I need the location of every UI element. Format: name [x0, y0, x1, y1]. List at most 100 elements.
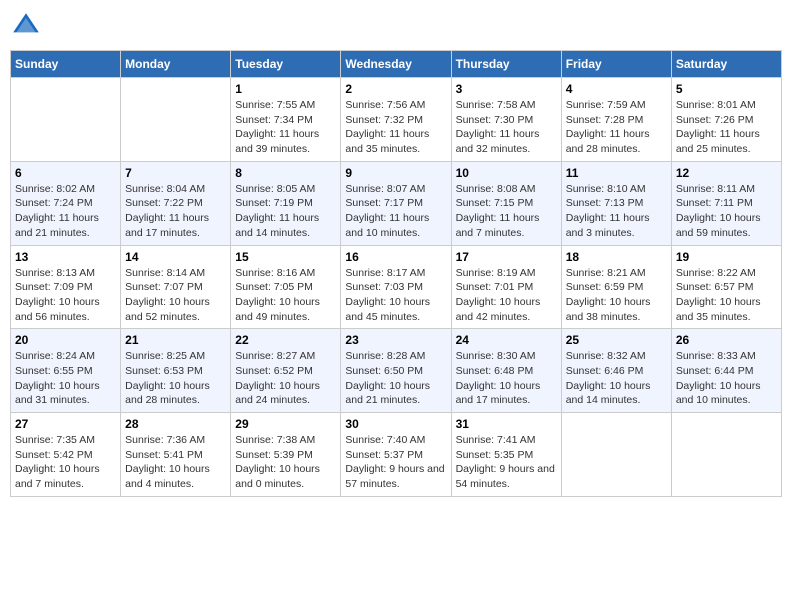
col-header-wednesday: Wednesday [341, 51, 451, 78]
day-number: 28 [125, 417, 226, 431]
calendar-table: SundayMondayTuesdayWednesdayThursdayFrid… [10, 50, 782, 497]
day-info: Sunrise: 7:41 AMSunset: 5:35 PMDaylight:… [456, 433, 557, 492]
calendar-cell: 15 Sunrise: 8:16 AMSunset: 7:05 PMDayligh… [231, 245, 341, 329]
calendar-cell: 29Sunrise: 7:38 AMSunset: 5:39 PMDayligh… [231, 413, 341, 497]
day-info: Sunrise: 8:32 AMSunset: 6:46 PMDaylight:… [566, 349, 667, 408]
day-info: Sunrise: 8:25 AMSunset: 6:53 PMDaylight:… [125, 349, 226, 408]
calendar-cell: 25 Sunrise: 8:32 AMSunset: 6:46 PMDayligh… [561, 329, 671, 413]
calendar-cell: 4 Sunrise: 7:59 AMSunset: 7:28 PMDaylight… [561, 78, 671, 162]
day-info: Sunrise: 8:01 AMSunset: 7:26 PMDaylight:… [676, 98, 777, 157]
calendar-cell: 9 Sunrise: 8:07 AMSunset: 7:17 PMDaylight… [341, 161, 451, 245]
day-number: 15 [235, 250, 336, 264]
col-header-thursday: Thursday [451, 51, 561, 78]
calendar-cell: 6 Sunrise: 8:02 AMSunset: 7:24 PMDaylight… [11, 161, 121, 245]
day-info: Sunrise: 7:40 AMSunset: 5:37 PMDaylight:… [345, 433, 446, 492]
day-info: Sunrise: 8:02 AMSunset: 7:24 PMDaylight:… [15, 182, 116, 241]
day-number: 31 [456, 417, 557, 431]
day-info: Sunrise: 8:04 AMSunset: 7:22 PMDaylight:… [125, 182, 226, 241]
day-number: 18 [566, 250, 667, 264]
day-number: 2 [345, 82, 446, 96]
calendar-cell: 5 Sunrise: 8:01 AMSunset: 7:26 PMDaylight… [671, 78, 781, 162]
calendar-week-1: 1Sunrise: 7:55 AMSunset: 7:34 PMDaylight… [11, 78, 782, 162]
day-number: 10 [456, 166, 557, 180]
calendar-week-3: 13 Sunrise: 8:13 AMSunset: 7:09 PMDayligh… [11, 245, 782, 329]
calendar-cell: 11 Sunrise: 8:10 AMSunset: 7:13 PMDayligh… [561, 161, 671, 245]
day-info: Sunrise: 7:56 AMSunset: 7:32 PMDaylight:… [345, 98, 446, 157]
day-info: Sunrise: 7:36 AMSunset: 5:41 PMDaylight:… [125, 433, 226, 492]
day-number: 6 [15, 166, 116, 180]
day-info: Sunrise: 8:14 AMSunset: 7:07 PMDaylight:… [125, 266, 226, 325]
calendar-cell: 27 Sunrise: 7:35 AMSunset: 5:42 PMDayligh… [11, 413, 121, 497]
day-info: Sunrise: 8:27 AMSunset: 6:52 PMDaylight:… [235, 349, 336, 408]
day-number: 14 [125, 250, 226, 264]
calendar-cell: 20Sunrise: 8:24 AMSunset: 6:55 PMDayligh… [11, 329, 121, 413]
day-info: Sunrise: 8:17 AMSunset: 7:03 PMDaylight:… [345, 266, 446, 325]
day-number: 9 [345, 166, 446, 180]
day-number: 13 [15, 250, 116, 264]
day-number: 5 [676, 82, 777, 96]
logo [10, 10, 46, 42]
day-number: 26 [676, 333, 777, 347]
calendar-cell: 3Sunrise: 7:58 AMSunset: 7:30 PMDaylight… [451, 78, 561, 162]
day-number: 29 [235, 417, 336, 431]
calendar-cell: 21 Sunrise: 8:25 AMSunset: 6:53 PMDayligh… [121, 329, 231, 413]
day-info: Sunrise: 8:11 AMSunset: 7:11 PMDaylight:… [676, 182, 777, 241]
calendar-cell: 13 Sunrise: 8:13 AMSunset: 7:09 PMDayligh… [11, 245, 121, 329]
day-number: 11 [566, 166, 667, 180]
day-info: Sunrise: 7:59 AMSunset: 7:28 PMDaylight:… [566, 98, 667, 157]
day-info: Sunrise: 8:21 AMSunset: 6:59 PMDaylight:… [566, 266, 667, 325]
col-header-monday: Monday [121, 51, 231, 78]
day-number: 21 [125, 333, 226, 347]
day-number: 19 [676, 250, 777, 264]
calendar-cell: 1Sunrise: 7:55 AMSunset: 7:34 PMDaylight… [231, 78, 341, 162]
day-number: 17 [456, 250, 557, 264]
day-info: Sunrise: 8:30 AMSunset: 6:48 PMDaylight:… [456, 349, 557, 408]
day-info: Sunrise: 7:35 AMSunset: 5:42 PMDaylight:… [15, 433, 116, 492]
day-info: Sunrise: 8:05 AMSunset: 7:19 PMDaylight:… [235, 182, 336, 241]
calendar-cell: 12 Sunrise: 8:11 AMSunset: 7:11 PMDayligh… [671, 161, 781, 245]
calendar-cell [11, 78, 121, 162]
calendar-week-5: 27 Sunrise: 7:35 AMSunset: 5:42 PMDayligh… [11, 413, 782, 497]
day-number: 8 [235, 166, 336, 180]
calendar-cell: 24 Sunrise: 8:30 AMSunset: 6:48 PMDayligh… [451, 329, 561, 413]
calendar-week-2: 6 Sunrise: 8:02 AMSunset: 7:24 PMDaylight… [11, 161, 782, 245]
page-header [10, 10, 782, 42]
day-info: Sunrise: 8:24 AMSunset: 6:55 PMDaylight:… [15, 349, 116, 408]
day-info: Sunrise: 8:13 AMSunset: 7:09 PMDaylight:… [15, 266, 116, 325]
day-info: Sunrise: 8:10 AMSunset: 7:13 PMDaylight:… [566, 182, 667, 241]
calendar-cell: 31 Sunrise: 7:41 AMSunset: 5:35 PMDayligh… [451, 413, 561, 497]
calendar-cell: 22Sunrise: 8:27 AMSunset: 6:52 PMDayligh… [231, 329, 341, 413]
day-number: 24 [456, 333, 557, 347]
col-header-sunday: Sunday [11, 51, 121, 78]
day-info: Sunrise: 8:22 AMSunset: 6:57 PMDaylight:… [676, 266, 777, 325]
calendar-cell: 10Sunrise: 8:08 AMSunset: 7:15 PMDayligh… [451, 161, 561, 245]
day-number: 25 [566, 333, 667, 347]
calendar-cell: 7Sunrise: 8:04 AMSunset: 7:22 PMDaylight… [121, 161, 231, 245]
calendar-cell: 30 Sunrise: 7:40 AMSunset: 5:37 PMDayligh… [341, 413, 451, 497]
day-number: 23 [345, 333, 446, 347]
calendar-cell: 2 Sunrise: 7:56 AMSunset: 7:32 PMDaylight… [341, 78, 451, 162]
calendar-cell: 16 Sunrise: 8:17 AMSunset: 7:03 PMDayligh… [341, 245, 451, 329]
calendar-cell: 8 Sunrise: 8:05 AMSunset: 7:19 PMDaylight… [231, 161, 341, 245]
day-number: 4 [566, 82, 667, 96]
calendar-cell: 28 Sunrise: 7:36 AMSunset: 5:41 PMDayligh… [121, 413, 231, 497]
calendar-week-4: 20Sunrise: 8:24 AMSunset: 6:55 PMDayligh… [11, 329, 782, 413]
calendar-cell: 14 Sunrise: 8:14 AMSunset: 7:07 PMDayligh… [121, 245, 231, 329]
day-number: 27 [15, 417, 116, 431]
calendar-cell: 19 Sunrise: 8:22 AMSunset: 6:57 PMDayligh… [671, 245, 781, 329]
day-info: Sunrise: 8:07 AMSunset: 7:17 PMDaylight:… [345, 182, 446, 241]
logo-icon [10, 10, 42, 42]
calendar-cell [561, 413, 671, 497]
day-number: 12 [676, 166, 777, 180]
calendar-cell [671, 413, 781, 497]
day-info: Sunrise: 8:33 AMSunset: 6:44 PMDaylight:… [676, 349, 777, 408]
calendar-cell: 26 Sunrise: 8:33 AMSunset: 6:44 PMDayligh… [671, 329, 781, 413]
day-number: 30 [345, 417, 446, 431]
calendar-header-row: SundayMondayTuesdayWednesdayThursdayFrid… [11, 51, 782, 78]
calendar-cell: 17Sunrise: 8:19 AMSunset: 7:01 PMDayligh… [451, 245, 561, 329]
day-info: Sunrise: 8:16 AMSunset: 7:05 PMDaylight:… [235, 266, 336, 325]
calendar-cell: 23Sunrise: 8:28 AMSunset: 6:50 PMDayligh… [341, 329, 451, 413]
day-number: 16 [345, 250, 446, 264]
day-info: Sunrise: 7:58 AMSunset: 7:30 PMDaylight:… [456, 98, 557, 157]
col-header-tuesday: Tuesday [231, 51, 341, 78]
